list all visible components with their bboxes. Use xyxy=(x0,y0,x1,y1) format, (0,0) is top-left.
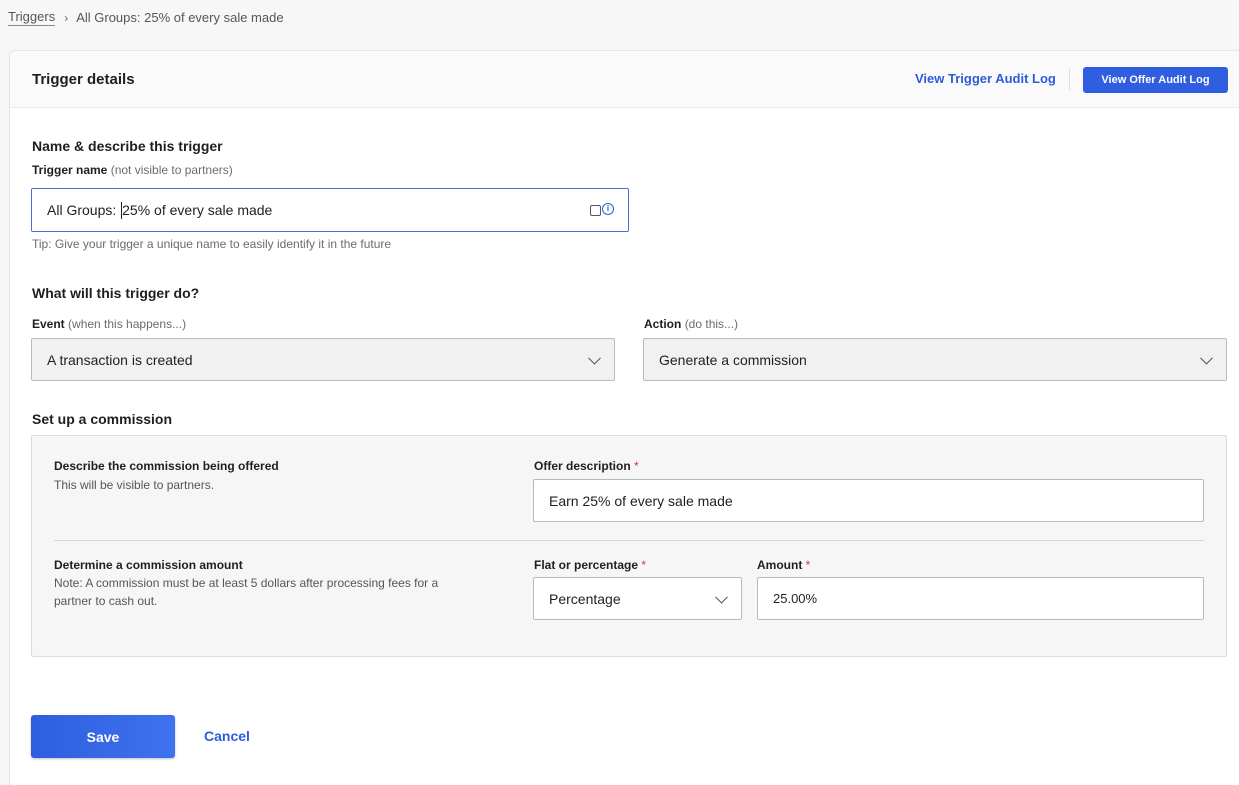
required-mark: * xyxy=(805,558,811,572)
trigger-name-label-note: (not visible to partners) xyxy=(110,163,233,177)
action-select-value: Generate a commission xyxy=(659,351,807,368)
trigger-name-label: Trigger name (not visible to partners) xyxy=(32,163,233,177)
offer-description-label: Offer description * xyxy=(534,459,639,473)
trigger-name-label-text: Trigger name xyxy=(32,163,108,177)
chevron-down-icon xyxy=(588,351,601,365)
save-button[interactable]: Save xyxy=(31,715,175,758)
chevron-down-icon xyxy=(1200,351,1213,365)
describe-commission-text: This will be visible to partners. xyxy=(54,478,215,492)
commission-amount-note-line2: partner to cash out. xyxy=(54,594,158,608)
breadcrumb-current: All Groups: 25% of every sale made xyxy=(76,10,284,25)
event-label-note: (when this happens...) xyxy=(68,317,187,331)
event-label-text: Event xyxy=(32,317,65,331)
flat-or-percentage-select[interactable]: Percentage xyxy=(533,577,742,620)
cancel-button[interactable]: Cancel xyxy=(204,728,250,744)
lock-icon xyxy=(590,204,601,216)
trigger-name-value-start: All Groups: xyxy=(47,202,121,218)
flat-or-percentage-label-text: Flat or percentage xyxy=(534,558,639,572)
card-header: Trigger details View Trigger Audit Log V… xyxy=(10,51,1239,108)
offer-description-value: Earn 25% of every sale made xyxy=(549,492,733,509)
required-mark: * xyxy=(641,558,647,572)
flat-or-percentage-value: Percentage xyxy=(549,590,621,607)
required-mark: * xyxy=(634,459,639,473)
commission-divider xyxy=(54,540,1204,541)
commission-amount-note: Note: A commission must be at least 5 do… xyxy=(54,574,438,610)
chevron-down-icon xyxy=(715,590,728,604)
event-select-value: A transaction is created xyxy=(47,351,193,368)
breadcrumb: Triggers › All Groups: 25% of every sale… xyxy=(8,9,284,26)
breadcrumb-triggers-link[interactable]: Triggers xyxy=(8,9,56,26)
commission-amount-note-line1: Note: A commission must be at least 5 do… xyxy=(54,576,439,590)
action-label-note: (do this...) xyxy=(684,317,739,331)
amount-label: Amount * xyxy=(757,558,810,572)
amount-value: 25.00% xyxy=(773,591,818,606)
describe-commission-title: Describe the commission being offered xyxy=(54,459,279,473)
view-offer-audit-log-button[interactable]: View Offer Audit Log xyxy=(1083,67,1228,93)
header-divider xyxy=(1069,68,1070,90)
event-select[interactable]: A transaction is created xyxy=(31,338,615,381)
amount-input[interactable]: 25.00% xyxy=(757,577,1204,620)
offer-description-input[interactable]: Earn 25% of every sale made xyxy=(533,479,1204,522)
flat-or-percentage-label: Flat or percentage * xyxy=(534,558,646,572)
action-section-title: What will this trigger do? xyxy=(32,285,200,301)
commission-amount-title: Determine a commission amount xyxy=(54,558,243,572)
trigger-name-input[interactable]: All Groups: 25% of every sale made i xyxy=(31,188,629,232)
page-title: Trigger details xyxy=(32,71,135,88)
event-label: Event (when this happens...) xyxy=(32,317,186,331)
trigger-details-card: Trigger details View Trigger Audit Log V… xyxy=(9,50,1239,785)
trigger-name-tip: Tip: Give your trigger a unique name to … xyxy=(32,237,392,251)
name-section-title: Name & describe this trigger xyxy=(32,138,223,154)
trigger-name-value-end: 25% of every sale made xyxy=(122,202,273,218)
amount-label-text: Amount xyxy=(757,558,803,572)
action-label-text: Action xyxy=(644,317,682,331)
chevron-right-icon: › xyxy=(64,10,69,25)
view-trigger-audit-log-link[interactable]: View Trigger Audit Log xyxy=(915,71,1056,86)
commission-section-title: Set up a commission xyxy=(32,411,173,427)
password-manager-icons[interactable]: i xyxy=(590,203,614,216)
action-label: Action (do this...) xyxy=(644,317,738,331)
action-select[interactable]: Generate a commission xyxy=(643,338,1227,381)
password-manager-icon: i xyxy=(602,203,614,215)
offer-description-label-text: Offer description xyxy=(534,459,631,473)
